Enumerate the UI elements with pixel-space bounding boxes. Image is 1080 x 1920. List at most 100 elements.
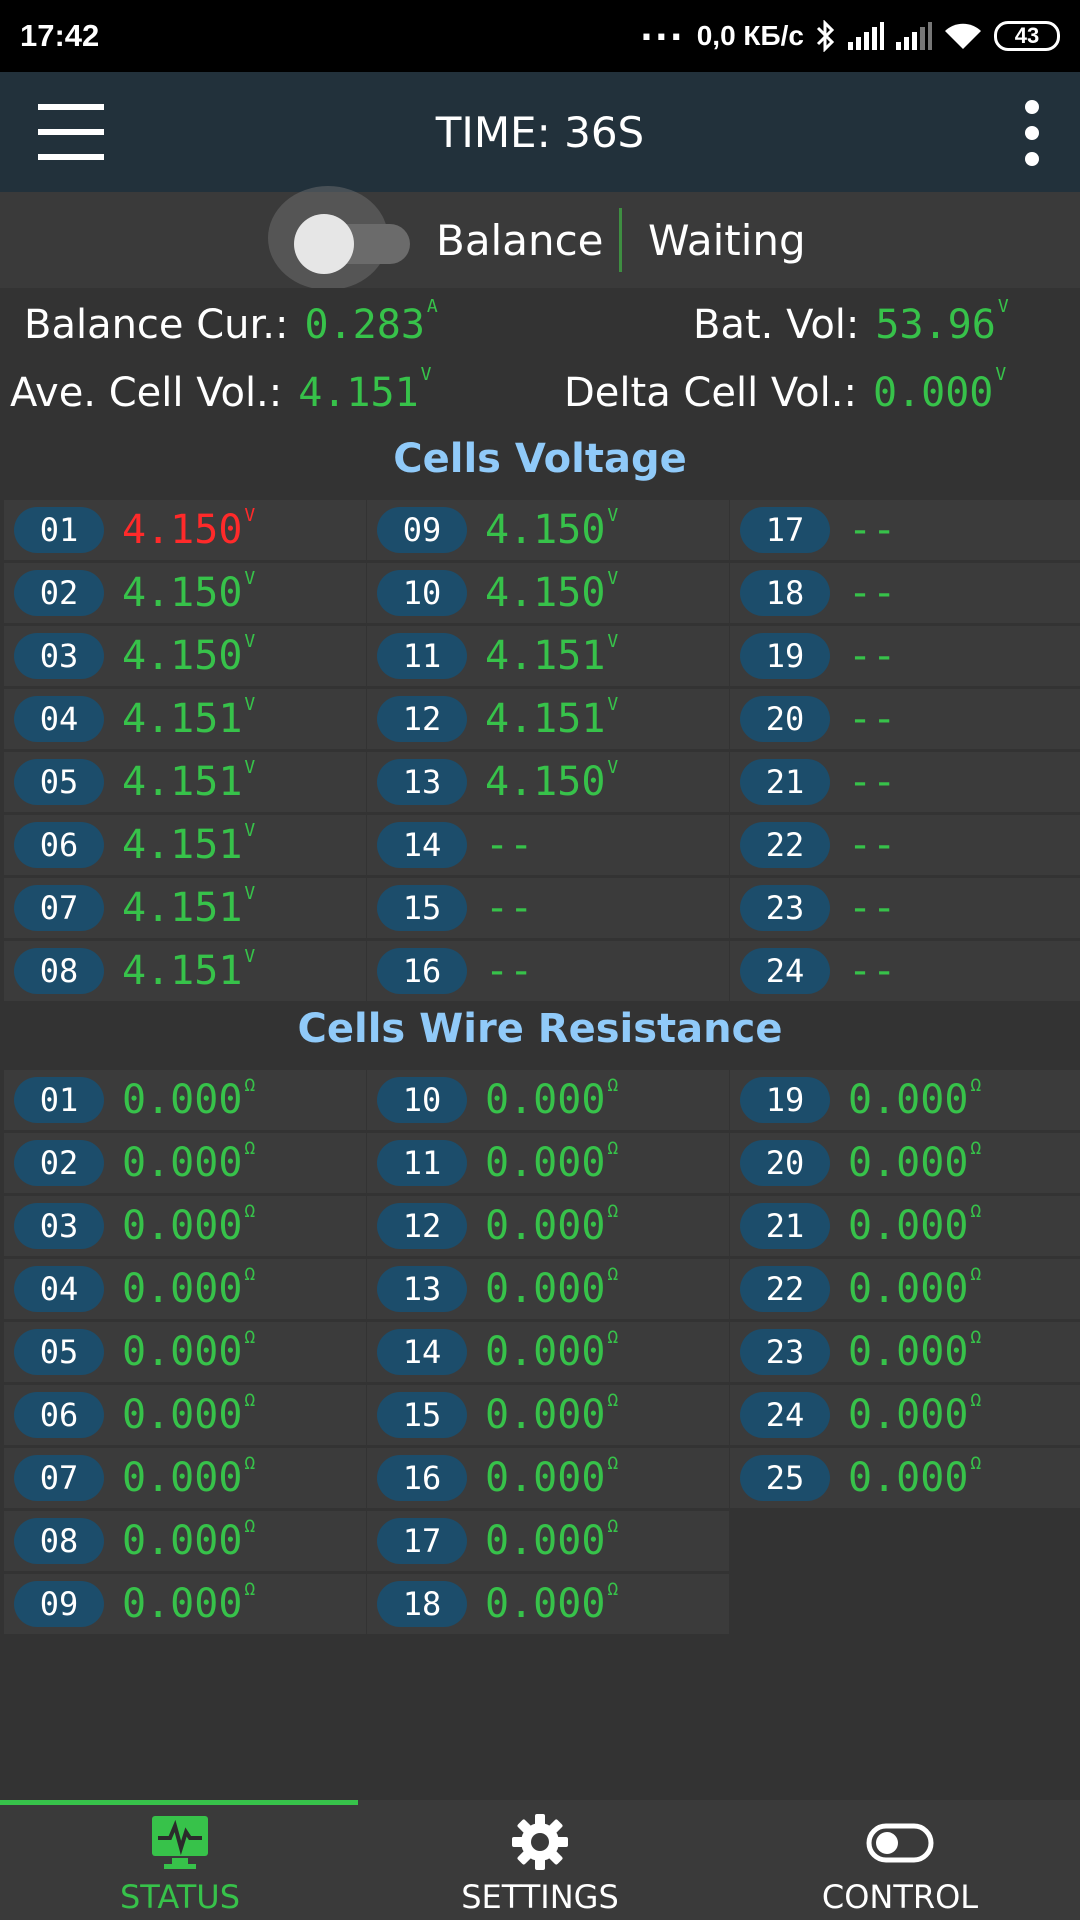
cell-value: 0.000 Ω (122, 1201, 256, 1258)
cell-value: -- (848, 695, 896, 743)
cell-item: 06 0.000 Ω (4, 1385, 366, 1445)
cell-number-badge: 09 (377, 507, 467, 553)
balance-switch-row: Balance Waiting (0, 186, 1080, 290)
tab-control[interactable]: CONTROL (720, 1800, 1080, 1920)
cell-number-badge: 12 (377, 1203, 467, 1249)
cell-item: 07 0.000 Ω (4, 1448, 366, 1508)
cell-value-number: 0.000 (485, 1203, 606, 1249)
cell-item: 20 -- (730, 689, 1080, 749)
cell-value-number: 4.150 (122, 570, 243, 616)
cell-number-badge: 14 (377, 822, 467, 868)
cell-value-number: 4.151 (122, 696, 243, 742)
more-options-icon[interactable] (1022, 100, 1042, 166)
signal-icon (848, 22, 884, 50)
app-bar: TIME: 36S (0, 72, 1080, 192)
cell-value: 0.000 Ω (485, 1516, 618, 1573)
cell-item: 05 4.151 V (4, 752, 366, 812)
cell-number-badge: 05 (14, 759, 104, 805)
cell-value: -- (848, 632, 896, 680)
cell-value: 0.000 Ω (122, 1390, 256, 1447)
cell-item: 08 4.151 V (4, 941, 366, 1001)
cell-number-badge: 09 (14, 1581, 104, 1627)
signal-icon-2 (896, 22, 932, 50)
cell-number-badge: 19 (740, 633, 830, 679)
cell-value: 0.000 Ω (122, 1075, 255, 1132)
clock: 17:42 (20, 18, 100, 53)
cell-number-badge: 20 (740, 696, 830, 742)
cell-value-unit: V (244, 505, 256, 526)
cell-value: 4.150 V (122, 568, 256, 625)
cell-number-badge: 11 (377, 633, 467, 679)
cell-value-number: 0.000 (122, 1455, 243, 1501)
cell-number-badge: 07 (14, 1455, 104, 1501)
cell-number-badge: 03 (14, 1203, 104, 1249)
cell-value-unit: Ω (244, 1516, 256, 1537)
cell-item: 22 -- (730, 815, 1080, 875)
cell-value-unit: Ω (607, 1075, 619, 1096)
cell-value-unit: Ω (607, 1453, 619, 1474)
tab-status[interactable]: STATUS (0, 1800, 360, 1920)
cell-value: 0.000 Ω (485, 1201, 618, 1258)
cell-item: 03 4.150 V (4, 626, 366, 686)
cell-value-number: 0.000 (122, 1140, 243, 1186)
balance-toggle[interactable] (268, 186, 418, 290)
cell-value-number: 4.151 (122, 948, 243, 994)
cell-value: -- (485, 884, 533, 932)
cell-value: -- (848, 758, 896, 806)
cell-value: -- (848, 884, 896, 932)
tab-settings[interactable]: SETTINGS (360, 1800, 720, 1920)
cell-item: 14 0.000 Ω (367, 1322, 729, 1382)
cell-value-number: -- (848, 759, 897, 805)
cell-value-number: 4.151 (122, 759, 243, 805)
cell-value-number: 0.000 (485, 1455, 606, 1501)
battery-stats: Balance Cur.: 0.283 A Bat. Vol: 53.96 V … (0, 288, 1080, 424)
cell-item: 09 4.150 V (367, 500, 729, 560)
cell-value-unit: Ω (244, 1453, 256, 1474)
cell-value-unit: Ω (244, 1201, 256, 1222)
cell-number-badge: 19 (740, 1077, 830, 1123)
cell-item: 15 0.000 Ω (367, 1385, 729, 1445)
cell-value-number: 0.000 (485, 1077, 606, 1123)
cell-value: 0.000 Ω (848, 1453, 981, 1510)
cell-item: 21 -- (730, 752, 1080, 812)
cell-value-unit: Ω (607, 1327, 619, 1348)
cell-value-number: 4.151 (122, 885, 243, 931)
cell-number-badge: 21 (740, 1203, 830, 1249)
cell-value: -- (848, 569, 896, 617)
cell-value-unit: V (607, 631, 619, 652)
cell-value-number: -- (848, 948, 897, 994)
cell-value: 4.151 V (122, 883, 255, 940)
cell-value: 0.000 Ω (122, 1264, 255, 1321)
cell-number-badge: 07 (14, 885, 104, 931)
cell-item: 07 4.151 V (4, 878, 366, 938)
cell-value: 4.150 V (122, 631, 255, 688)
cell-value: -- (848, 947, 896, 995)
toggle-icon (720, 1812, 1080, 1876)
battery-icon: 43 (994, 21, 1060, 51)
cell-value: 4.150 V (485, 505, 618, 562)
cell-value: 0.000 Ω (485, 1453, 619, 1510)
cell-item: 22 0.000 Ω (730, 1259, 1080, 1319)
cell-value-unit: Ω (244, 1390, 256, 1411)
cell-value-number: 0.000 (122, 1329, 243, 1375)
cell-item: 08 0.000 Ω (4, 1511, 366, 1571)
cell-value-number: -- (848, 885, 897, 931)
cell-number-badge: 13 (377, 1266, 467, 1312)
cell-value-number: -- (485, 948, 534, 994)
cell-value-unit: V (244, 568, 256, 589)
cell-number-badge: 02 (14, 1140, 104, 1186)
cell-number-badge: 06 (14, 1392, 104, 1438)
cell-value-number: 4.150 (122, 633, 243, 679)
balance-label: Balance (436, 216, 604, 265)
cell-value-number: -- (848, 633, 897, 679)
cell-value: 0.000 Ω (485, 1327, 619, 1384)
cell-value: 0.000 Ω (848, 1138, 981, 1195)
cell-item: 02 4.150 V (4, 563, 366, 623)
cell-value-number: -- (848, 696, 897, 742)
cell-value-unit: Ω (970, 1264, 982, 1285)
cell-value: 0.000 Ω (485, 1390, 618, 1447)
average-cell-voltage-label: Ave. Cell Vol.: (10, 370, 283, 416)
cell-item: 18 0.000 Ω (367, 1574, 729, 1634)
cell-number-badge: 06 (14, 822, 104, 868)
cell-number-badge: 23 (740, 1329, 830, 1375)
